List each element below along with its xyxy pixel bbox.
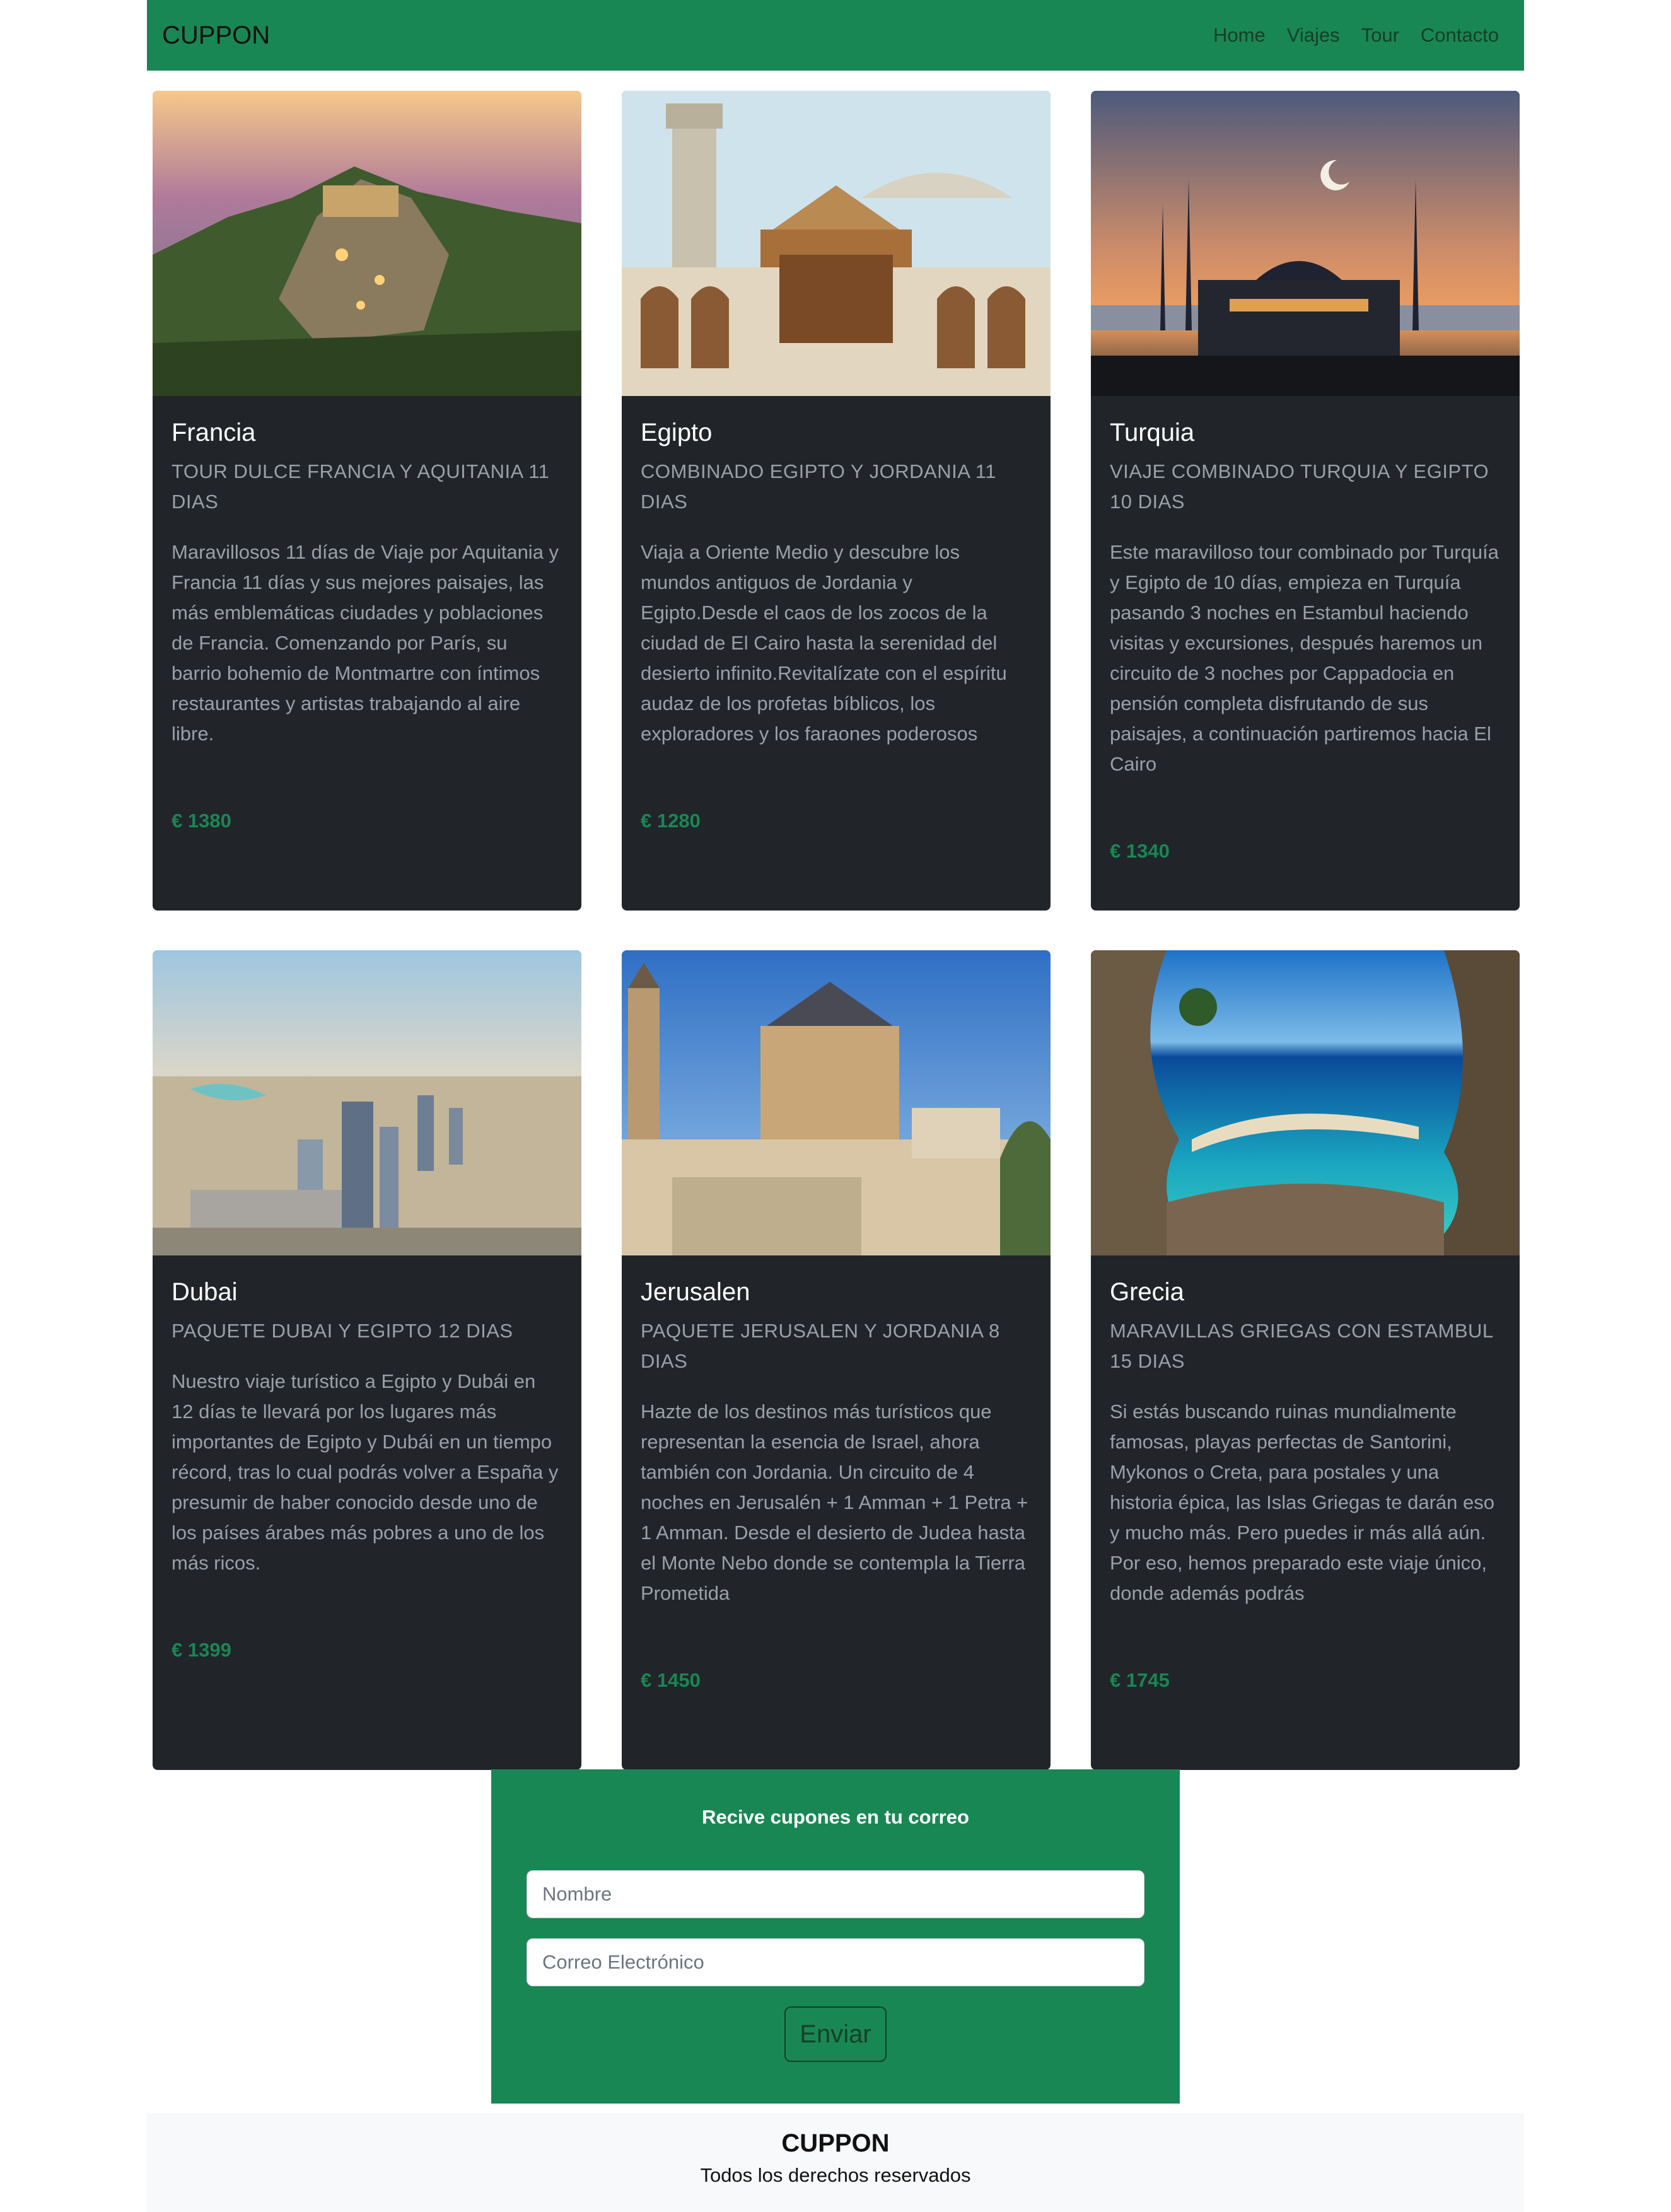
card-title: Francia [172, 419, 256, 446]
card-text: Si estás buscando ruinas mundialmente fa… [1110, 1400, 1494, 1604]
tour-card-egipto: Egipto COMBINADO EGIPTO Y JORDANIA 11 DI… [622, 91, 1051, 911]
tour-image-jerusalen [622, 950, 1051, 1255]
nav-link-contacto[interactable]: Contacto [1421, 24, 1499, 47]
tour-image-turquia [1091, 91, 1520, 396]
tour-card-jerusalen: Jerusalen PAQUETE JERUSALEN Y JORDANIA 8… [622, 950, 1051, 1770]
card-price: € 1450 [641, 1669, 701, 1691]
footer-brand: CUPPON [781, 2129, 890, 2157]
navbar-brand[interactable]: CUPPON [162, 21, 270, 50]
card-subtitle: TOUR DULCE FRANCIA Y AQUITANIA 11 DIAS [172, 460, 550, 513]
tour-image-dubai [153, 950, 581, 1255]
card-subtitle: VIAJE COMBINADO TURQUIA Y EGIPTO 10 DIAS [1110, 460, 1489, 513]
card-price: € 1745 [1110, 1669, 1170, 1691]
nav-link-tour[interactable]: Tour [1361, 24, 1399, 47]
tour-card-grecia: Grecia MARAVILLAS GRIEGAS CON ESTAMBUL 1… [1091, 950, 1520, 1770]
card-price: € 1399 [172, 1639, 231, 1661]
coupon-form: Recive cupones en tu correo Enviar [491, 1769, 1180, 2104]
tour-card-turquia: Turquia VIAJE COMBINADO TURQUIA Y EGIPTO… [1091, 91, 1520, 911]
card-subtitle: PAQUETE DUBAI Y EGIPTO 12 DIAS [172, 1320, 513, 1342]
name-input[interactable] [527, 1870, 1144, 1918]
card-title: Dubai [172, 1278, 238, 1306]
submit-button[interactable]: Enviar [784, 2006, 887, 2062]
card-title: Egipto [641, 419, 713, 446]
coupon-title: Recive cupones en tu correo [702, 1806, 969, 1828]
tour-card-dubai: Dubai PAQUETE DUBAI Y EGIPTO 12 DIAS Nue… [153, 950, 581, 1770]
card-subtitle: MARAVILLAS GRIEGAS CON ESTAMBUL 15 DIAS [1110, 1320, 1493, 1372]
card-text: Nuestro viaje turístico a Egipto y Dubái… [172, 1370, 559, 1574]
card-price: € 1340 [1110, 840, 1170, 862]
nav-link-home[interactable]: Home [1213, 24, 1266, 47]
tour-image-egipto [622, 91, 1051, 396]
nav-link-viajes[interactable]: Viajes [1287, 24, 1340, 47]
card-title: Grecia [1110, 1278, 1184, 1306]
card-text: Este maravilloso tour combinado por Turq… [1110, 541, 1499, 775]
card-price: € 1380 [172, 810, 231, 832]
card-subtitle: PAQUETE JERUSALEN Y JORDANIA 8 DIAS [641, 1320, 1000, 1372]
submit-wrap: Enviar [527, 2006, 1144, 2062]
card-title: Jerusalen [641, 1278, 750, 1306]
card-price: € 1280 [641, 810, 701, 832]
card-subtitle: COMBINADO EGIPTO Y JORDANIA 11 DIAS [641, 460, 996, 513]
footer: CUPPON Todos los derechos reservados [147, 2113, 1524, 2212]
tour-card-francia: Francia TOUR DULCE FRANCIA Y AQUITANIA 1… [153, 91, 581, 911]
card-text: Viaja a Oriente Medio y descubre los mun… [641, 541, 1007, 745]
navbar: CUPPON Home Viajes Tour Contacto [147, 0, 1524, 71]
nav-links: Home Viajes Tour Contacto [1213, 24, 1499, 47]
card-text: Maravillosos 11 días de Viaje por Aquita… [172, 541, 559, 745]
card-text: Hazte de los destinos más turísticos que… [641, 1400, 1028, 1604]
tour-image-francia [153, 91, 581, 396]
card-title: Turquia [1110, 419, 1195, 446]
footer-copyright: Todos los derechos reservados [700, 2164, 971, 2186]
tour-image-grecia [1091, 950, 1520, 1255]
email-input[interactable] [527, 1938, 1144, 1986]
